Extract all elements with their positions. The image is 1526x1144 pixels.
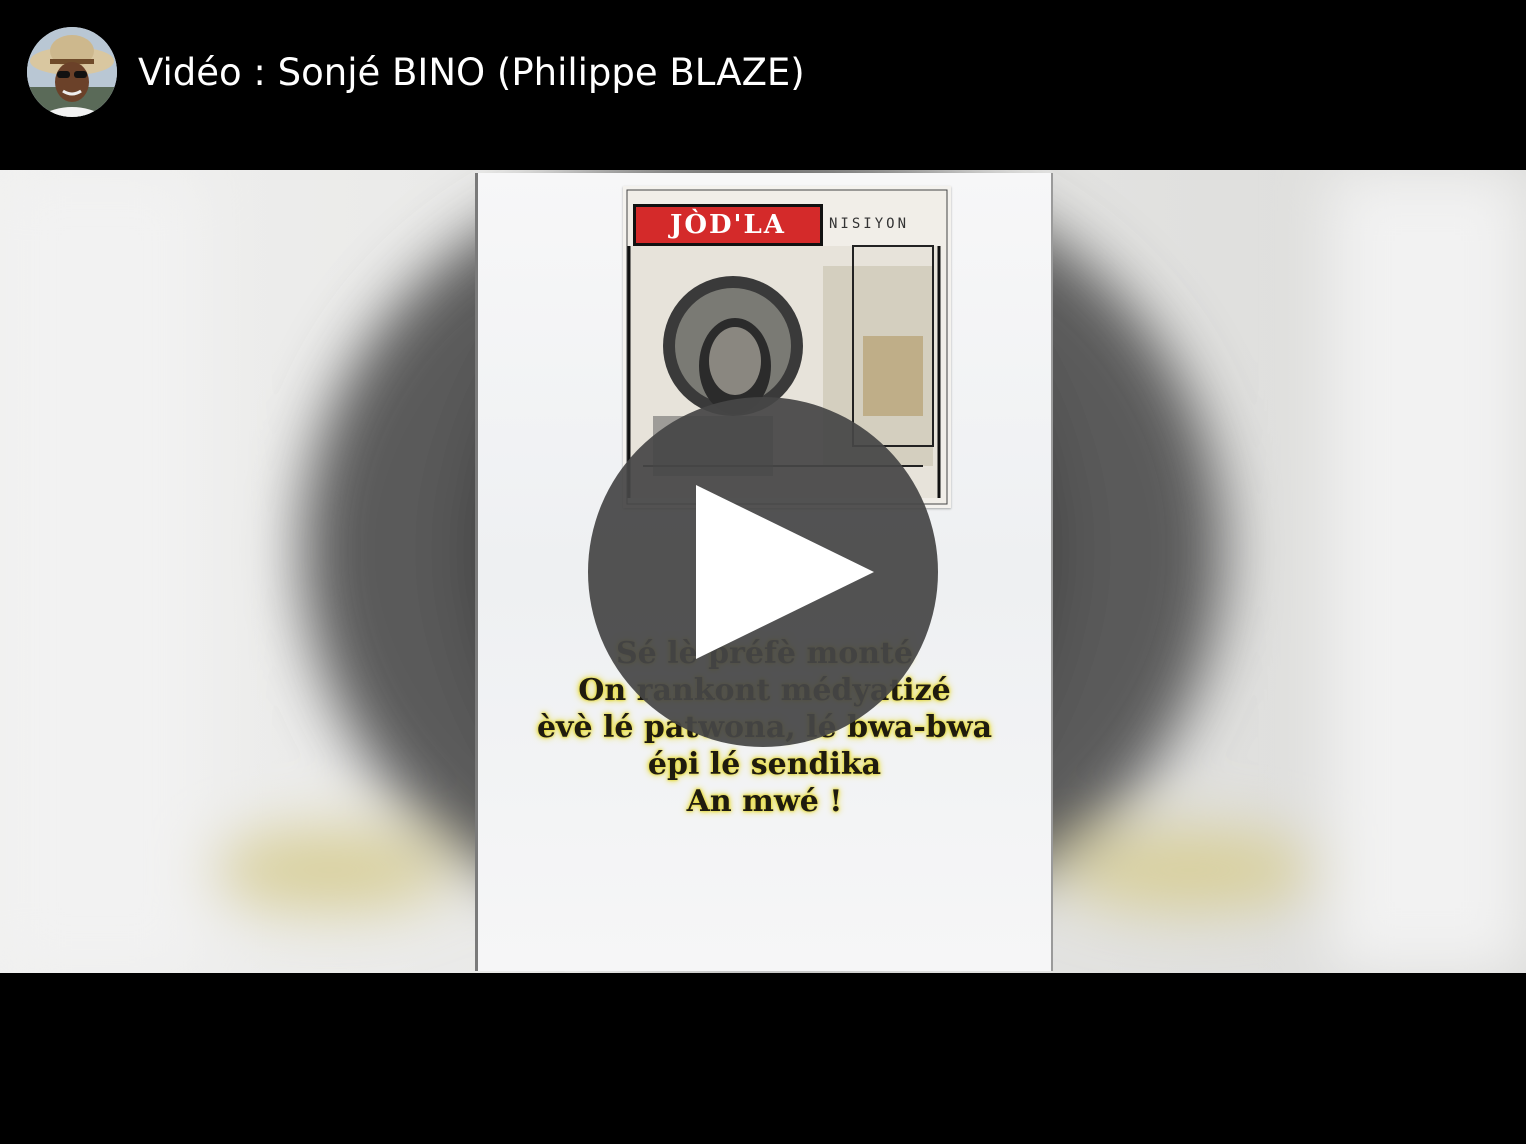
cover-subtitle: NISIYON: [829, 216, 910, 232]
channel-avatar[interactable]: [27, 27, 117, 117]
player-bottom-bar: [0, 975, 1526, 1144]
video-player[interactable]: JÒD'LA NISIYON Sé lè préfè monté On rank…: [0, 170, 1526, 973]
cover-title: JÒD'LA: [633, 204, 823, 246]
lyrics-line: épi lé sendika: [647, 747, 882, 782]
play-icon: [696, 485, 874, 659]
title-bar: Vidéo : Sonjé BINO (Philippe BLAZE): [0, 0, 1526, 150]
play-button[interactable]: [588, 397, 938, 747]
avatar-image: [27, 27, 117, 117]
lyrics-line: An mwé !: [686, 784, 843, 819]
video-title[interactable]: Vidéo : Sonjé BINO (Philippe BLAZE): [138, 50, 805, 96]
